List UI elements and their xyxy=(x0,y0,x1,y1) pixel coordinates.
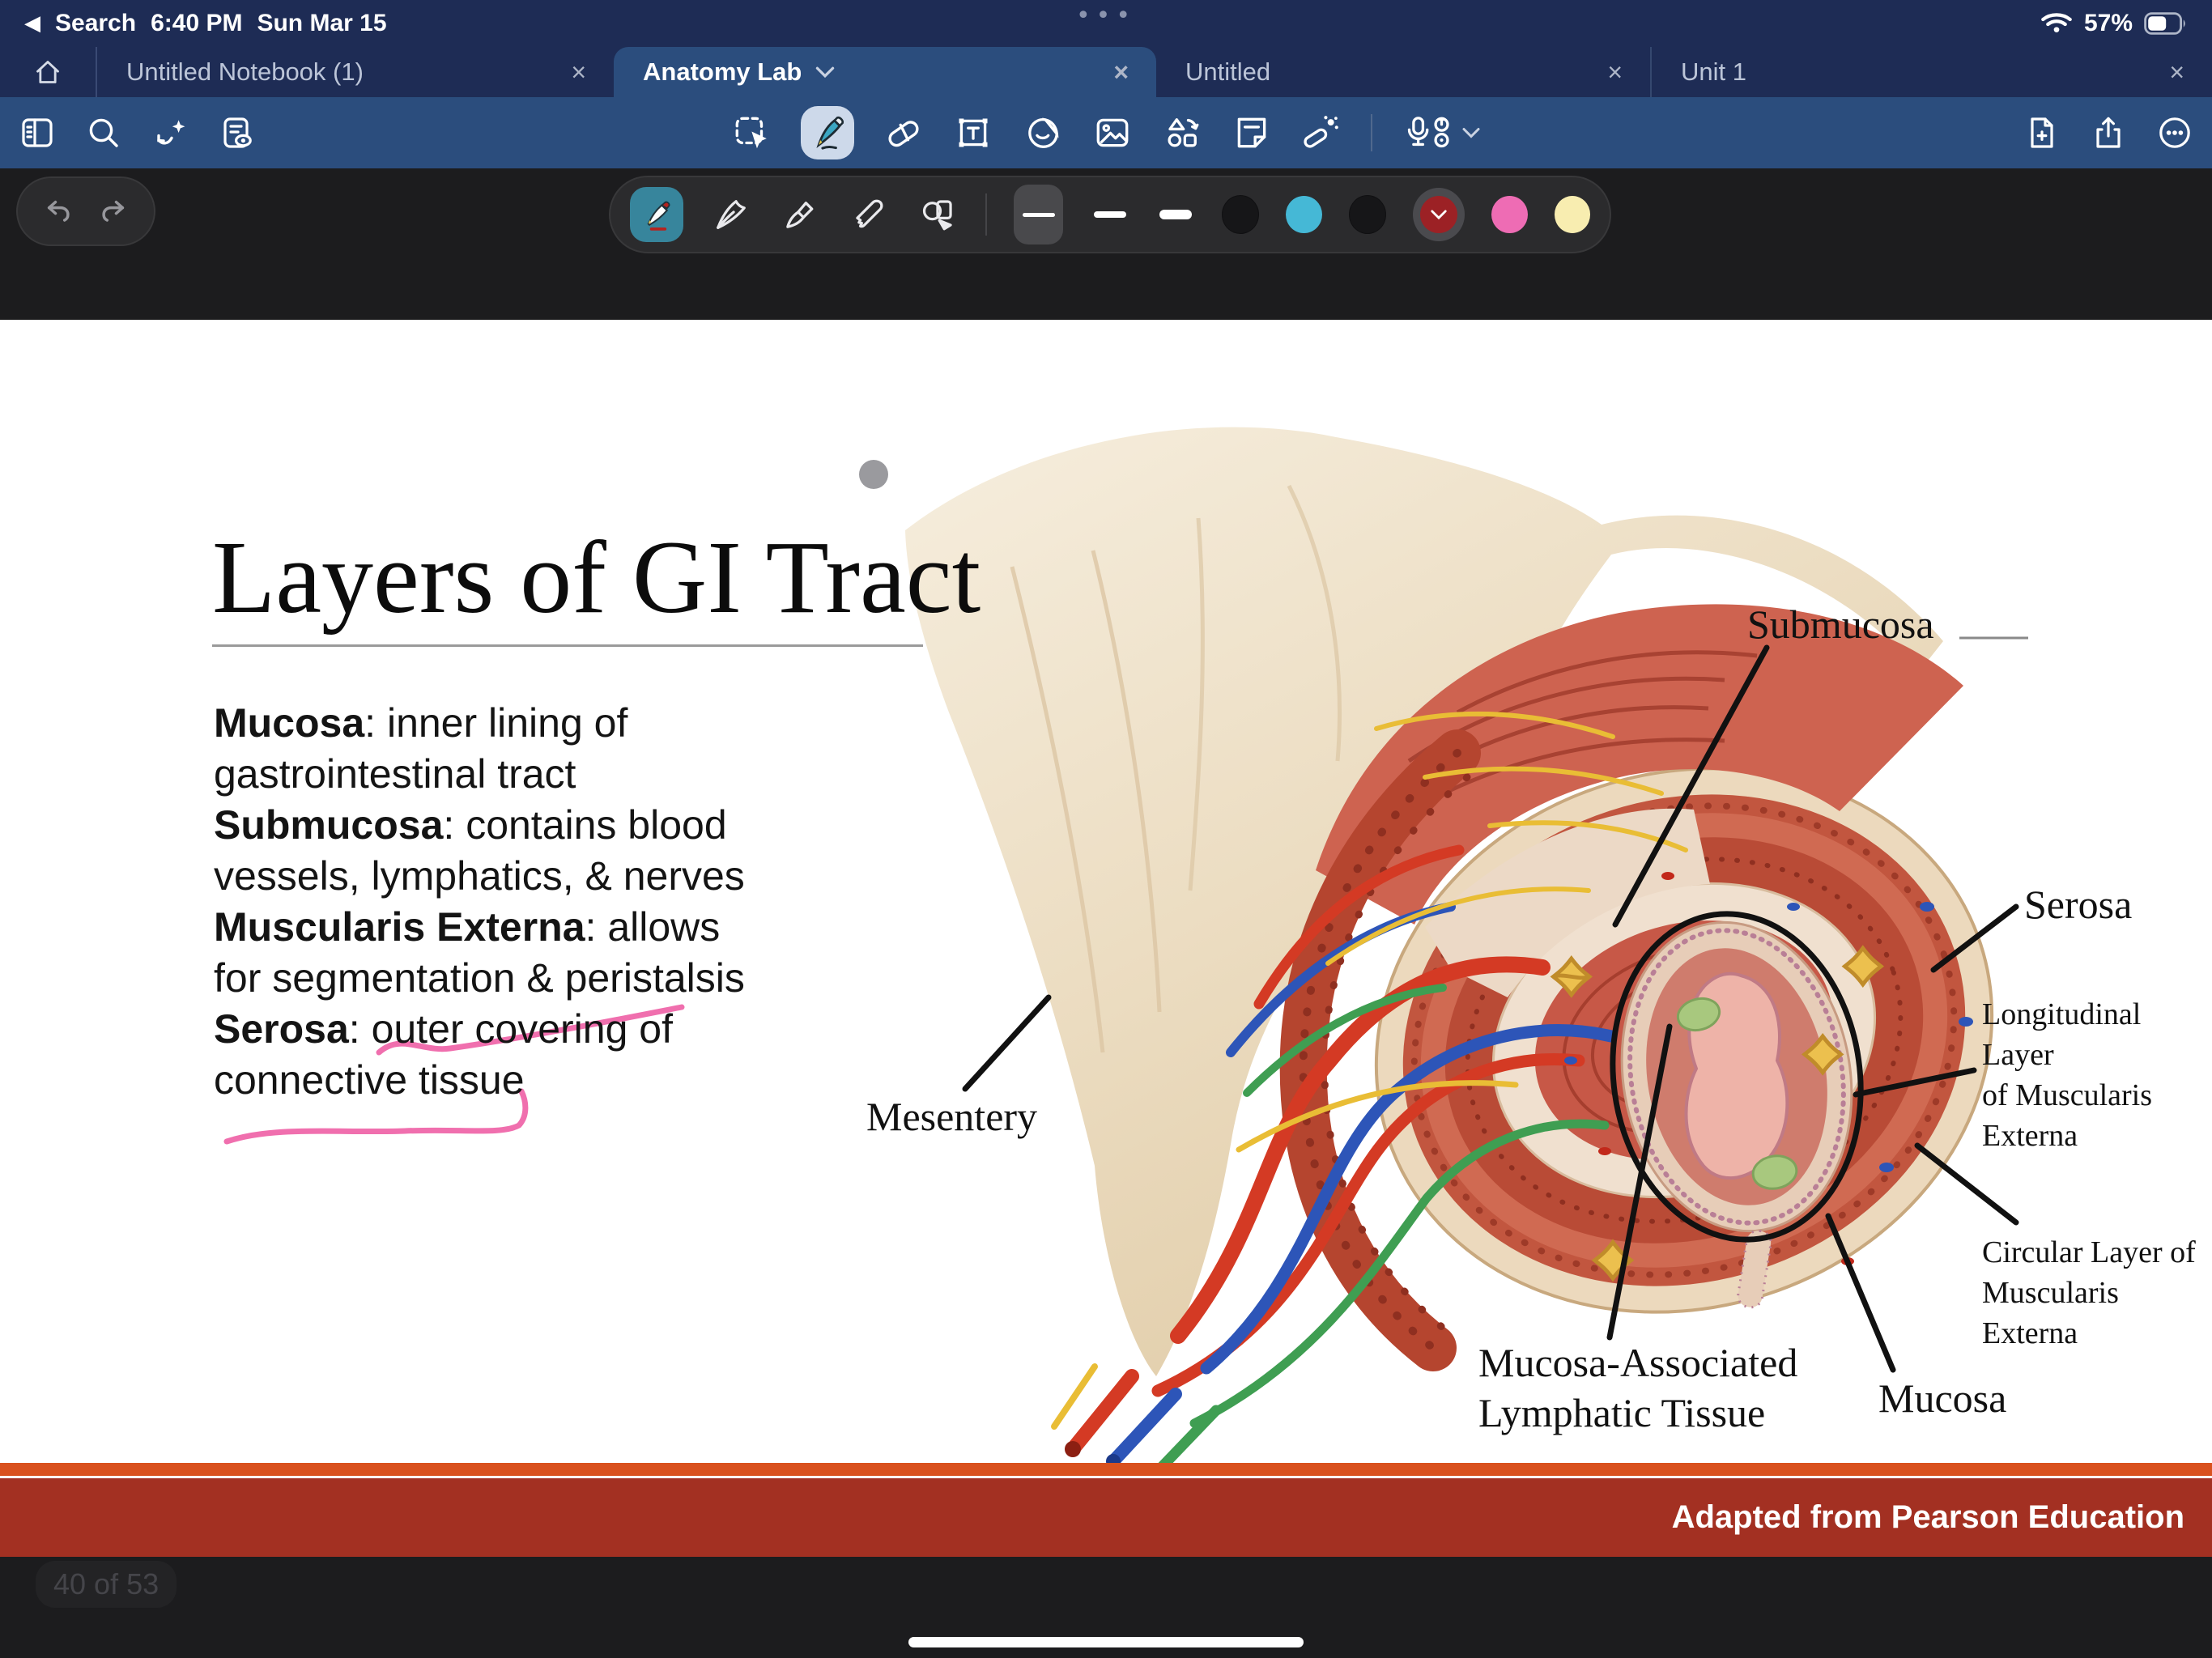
chevron-down-icon xyxy=(1430,209,1448,220)
color-swatch-black-2[interactable] xyxy=(1349,195,1386,234)
color-swatch-cream[interactable] xyxy=(1555,196,1590,233)
stroke-width-medium[interactable] xyxy=(1090,211,1129,218)
more-options-button[interactable] xyxy=(2155,113,2194,152)
lasso-select-tool[interactable] xyxy=(731,113,772,153)
title-underline xyxy=(212,644,923,647)
pen-icon xyxy=(806,112,849,154)
multitask-dots-icon[interactable]: ••• xyxy=(1076,2,1136,30)
close-tab-icon[interactable]: × xyxy=(1108,57,1134,87)
shapes-tool[interactable] xyxy=(1162,113,1202,153)
fountain-pen-tool[interactable] xyxy=(710,193,752,236)
close-tab-icon[interactable]: × xyxy=(1602,57,1627,87)
label-mesentery: Mesentery xyxy=(866,1093,1037,1140)
label-mucosa: Mucosa xyxy=(1878,1375,2006,1422)
toolbar-divider xyxy=(1371,114,1372,151)
body-line: gastrointestinal tract xyxy=(214,749,745,800)
add-page-button[interactable] xyxy=(2023,113,2061,152)
label-serosa: Serosa xyxy=(2024,881,2132,928)
home-icon xyxy=(32,56,64,88)
body-line: Muscularis Externa: allows xyxy=(214,902,745,953)
credit-text: Adapted from Pearson Education xyxy=(1672,1499,2184,1536)
stroke-width-thin-selected[interactable] xyxy=(1014,185,1064,244)
text-tool[interactable] xyxy=(953,113,993,153)
color-swatch-cyan[interactable] xyxy=(1286,196,1321,233)
slide-body: Mucosa: inner lining of gastrointestinal… xyxy=(214,698,745,1106)
body-line: vessels, lymphatics, & nerves xyxy=(214,851,745,902)
tab-untitled[interactable]: Untitled × xyxy=(1156,47,1652,97)
notebook-sidebar-button[interactable] xyxy=(18,113,57,152)
status-bar: ◀ Search 6:40 PM Sun Mar 15 ••• 57% xyxy=(0,0,2212,47)
pen-options-bar xyxy=(609,176,1611,253)
label-submucosa: Submucosa xyxy=(1747,601,1934,648)
back-to-search-icon[interactable]: ◀ xyxy=(24,11,40,36)
tab-unit-1[interactable]: Unit 1 × xyxy=(1652,47,2212,97)
label-circular-layer: Circular Layer of Muscularis Externa xyxy=(1982,1232,2212,1354)
audio-record-button[interactable] xyxy=(1402,113,1481,153)
color-swatch-pink[interactable] xyxy=(1491,196,1527,233)
share-button[interactable] xyxy=(2089,113,2128,152)
elements-tool[interactable] xyxy=(917,193,959,236)
tab-anatomy-lab[interactable]: Anatomy Lab × xyxy=(614,47,1156,97)
slide-footer-band: Adapted from Pearson Education xyxy=(0,1478,2212,1557)
laser-pointer-tool[interactable] xyxy=(1301,113,1342,153)
main-toolbar xyxy=(0,97,2212,168)
wifi-icon xyxy=(2040,11,2073,36)
image-tool[interactable] xyxy=(1092,113,1133,153)
battery-icon xyxy=(2144,12,2188,35)
close-tab-icon[interactable]: × xyxy=(2164,57,2189,87)
page-indicator: 40 of 53 xyxy=(36,1561,177,1608)
pen-options-divider xyxy=(985,193,987,236)
eraser-tool[interactable] xyxy=(883,113,924,153)
body-line: Mucosa: inner lining of xyxy=(214,698,745,749)
status-date: Sun Mar 15 xyxy=(257,10,386,37)
sticker-tool[interactable] xyxy=(1023,113,1063,153)
ai-assist-button[interactable] xyxy=(151,113,189,152)
highlighter-icon xyxy=(638,196,675,233)
stroke-width-thick[interactable] xyxy=(1156,210,1195,219)
highlighter-tool-selected[interactable] xyxy=(630,187,683,242)
screen: ◀ Search 6:40 PM Sun Mar 15 ••• 57% xyxy=(0,0,2212,1658)
body-line: Serosa: outer covering of xyxy=(214,1004,745,1055)
close-tab-icon[interactable]: × xyxy=(566,57,591,87)
body-line: Submucosa: contains blood xyxy=(214,800,745,851)
slide-accent-band-orange xyxy=(0,1463,2212,1476)
body-line: for segmentation & peristalsis xyxy=(214,953,745,1004)
color-swatch-dark-red-selected[interactable] xyxy=(1413,188,1465,241)
pen-tool-selected[interactable] xyxy=(801,106,854,159)
tab-label: Untitled Notebook (1) xyxy=(126,57,566,87)
note-card-tool[interactable] xyxy=(1231,113,1272,153)
page-handle-dot[interactable] xyxy=(859,460,888,489)
undo-button[interactable] xyxy=(41,194,75,228)
redo-button[interactable] xyxy=(96,194,130,228)
color-swatch-black-1[interactable] xyxy=(1222,195,1259,234)
label-longitudinal-layer: Longitudinal Layer of Muscularis Externa xyxy=(1982,994,2212,1156)
brush-pen-tool[interactable] xyxy=(779,193,821,236)
battery-percent: 57% xyxy=(2084,10,2133,37)
body-line: connective tissue xyxy=(214,1055,745,1106)
tab-label: Unit 1 xyxy=(1681,57,2164,87)
chevron-down-icon xyxy=(1461,126,1481,139)
slide-title: Layers of GI Tract xyxy=(212,518,981,637)
home-indicator-bar[interactable] xyxy=(908,1637,1304,1647)
page-view-button[interactable] xyxy=(217,113,256,152)
home-button[interactable] xyxy=(0,47,97,97)
status-search-label[interactable]: Search xyxy=(55,10,136,37)
status-time: 6:40 PM xyxy=(151,10,242,37)
tab-label: Untitled xyxy=(1185,57,1602,87)
tab-untitled-notebook[interactable]: Untitled Notebook (1) × xyxy=(97,47,614,97)
label-malt: Mucosa-Associated Lymphatic Tissue xyxy=(1478,1337,1797,1438)
undo-redo-pill xyxy=(16,176,155,246)
search-button[interactable] xyxy=(84,113,123,152)
chevron-down-icon[interactable] xyxy=(815,66,836,79)
tab-bar: Untitled Notebook (1) × Anatomy Lab × Un… xyxy=(0,47,2212,97)
tab-label: Anatomy Lab xyxy=(643,57,802,87)
tape-tool[interactable] xyxy=(848,193,890,236)
